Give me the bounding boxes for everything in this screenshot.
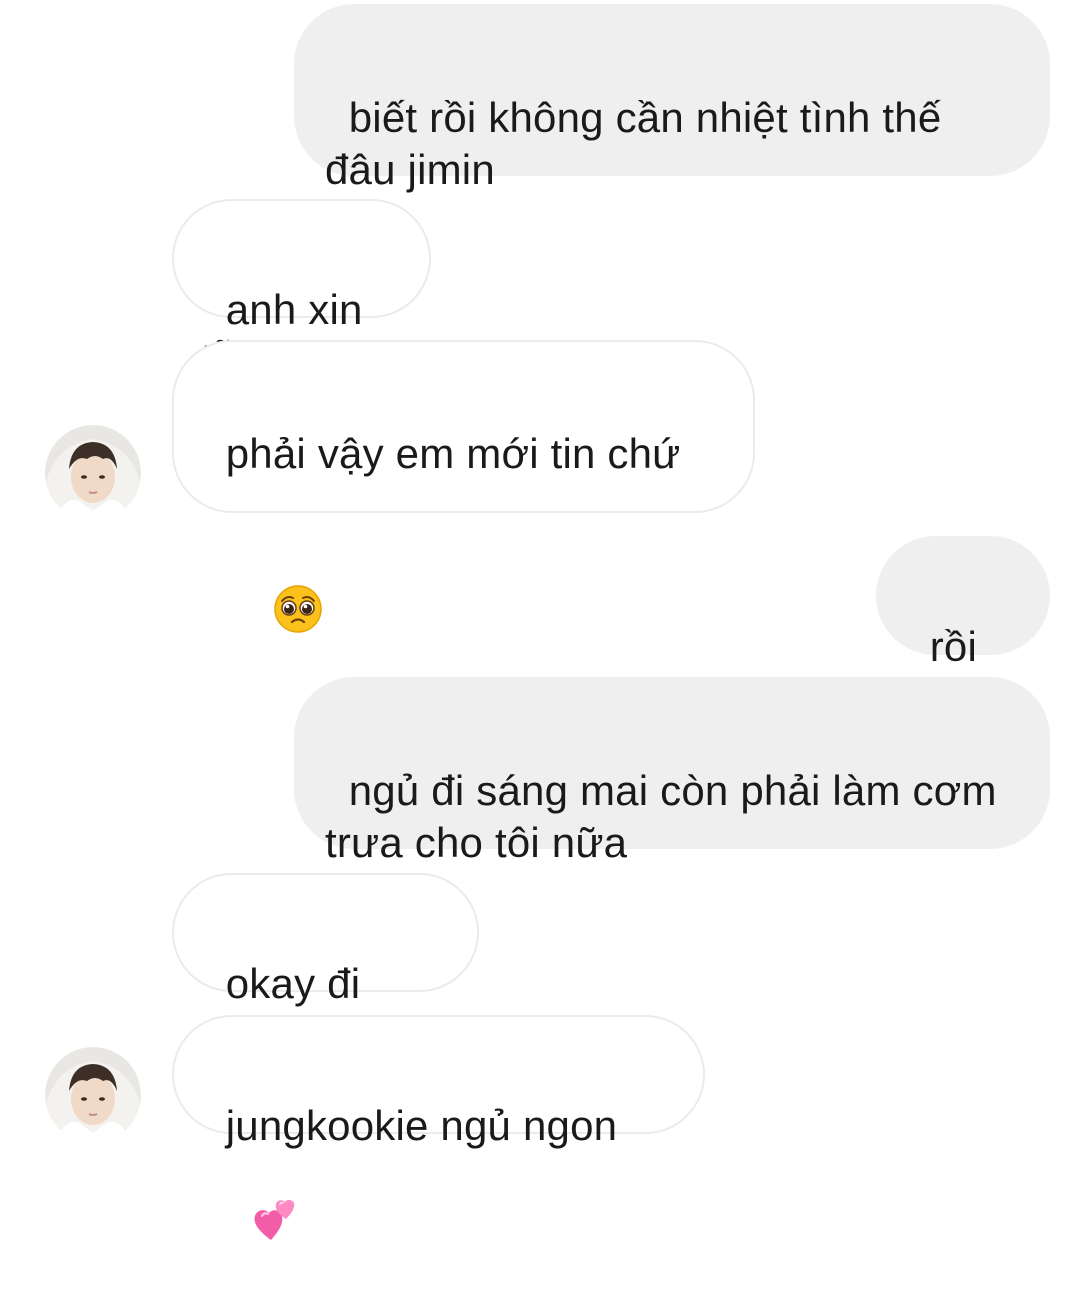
avatar-photo-icon [45, 425, 141, 521]
avatar-photo-icon [45, 1047, 141, 1143]
message-bubble-received[interactable]: phải vậy em mới tin chứ [172, 340, 755, 633]
message-text: phải vậy em mới tin chứ [225, 430, 681, 477]
message-text: biết rồi không cần nhiệt tình thế đâu ji… [325, 94, 942, 193]
message-bubble-sent[interactable]: biết rồi không cần nhiệt tình thế đâu ji… [294, 4, 1050, 193]
pleading-face-icon [226, 532, 323, 698]
avatar[interactable] [45, 1047, 141, 1143]
message-bubble-received[interactable]: anh xin lỗi [172, 199, 431, 385]
message-bubble-received[interactable]: okay đi ngay [172, 873, 479, 1059]
two-hearts-icon [204, 1142, 301, 1308]
message-bubble-received[interactable]: jungkookie ngủ ngon [172, 1015, 705, 1240]
avatar[interactable] [45, 425, 141, 521]
message-bubble-sent[interactable]: rồi rồi [876, 536, 1050, 722]
message-bubble-sent[interactable]: ngủ đi sáng mai còn phải làm cơm trưa ch… [294, 677, 1050, 866]
message-text: ngủ đi sáng mai còn phải làm cơm trưa ch… [325, 767, 997, 866]
